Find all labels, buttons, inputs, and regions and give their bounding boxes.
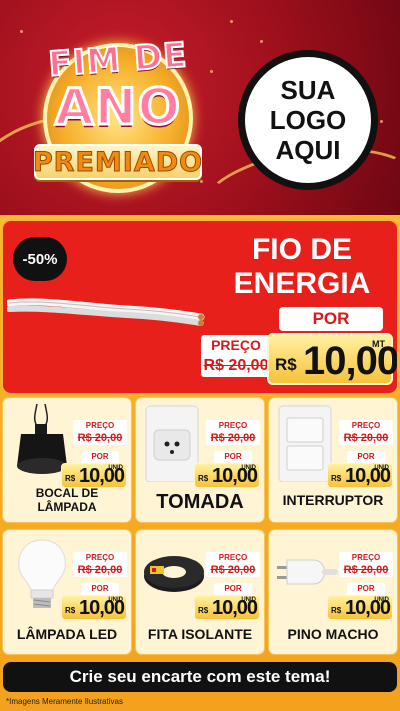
currency-symbol: R$: [65, 606, 76, 615]
disclaimer-text: *Imagens Meramente Ilustrativas: [6, 697, 123, 706]
product-name: BOCAL DE LÂMPADA: [35, 486, 99, 514]
price-unit: UNID: [374, 597, 389, 603]
flyer: FIM DE ANO PREMIADO SUA LOGO AQUI -50% F…: [0, 0, 400, 711]
featured-preco-label: PREÇO: [201, 335, 271, 355]
price-tag: PREÇO R$ 20,00 POR R$ 10,00 UNID: [327, 552, 393, 620]
featured-old-price: R$ 20,00: [201, 355, 271, 377]
logo-placeholder: SUA LOGO AQUI: [238, 50, 378, 190]
preco-label: PREÇO: [206, 420, 260, 432]
featured-product: -50% FIO DE ENERGIA POR PREÇO R$ 20,00 R…: [3, 221, 397, 393]
price-tag: PREÇO R$ 20,00 POR R$ 10,00 UNID: [327, 420, 393, 488]
price-unit: UNID: [241, 465, 256, 471]
product-name: LÂMPADA LED: [16, 626, 118, 642]
old-price: R$ 20,00: [206, 564, 260, 577]
price-box: R$ 10,00 UNID: [61, 595, 127, 620]
por-label: POR: [347, 451, 385, 463]
old-price: R$ 20,00: [339, 564, 393, 577]
product-name: INTERRUPTOR: [282, 492, 384, 508]
currency-symbol: R$: [198, 474, 209, 483]
currency-symbol: R$: [198, 606, 209, 615]
currency-symbol: R$: [275, 355, 297, 374]
preco-label: PREÇO: [73, 552, 127, 564]
product-card: PREÇO R$ 20,00 POR R$ 10,00 UNID LÂMPADA…: [3, 530, 131, 654]
preco-label: PREÇO: [73, 420, 127, 432]
sparkle: [20, 30, 23, 33]
logo-text-1: SUA: [280, 75, 336, 105]
sparkle: [210, 70, 213, 73]
cta-banner[interactable]: Crie seu encarte com este tema!: [3, 662, 397, 692]
price-box: R$ 10,00 UNID: [194, 595, 260, 620]
featured-title-line-2: ENERGIA: [233, 267, 371, 300]
price-tag: PREÇO R$ 20,00 POR R$ 10,00 UNID: [194, 552, 260, 620]
header-banner: FIM DE ANO PREMIADO SUA LOGO AQUI: [0, 0, 400, 215]
sparkle: [230, 20, 233, 23]
price-box: R$ 10,00 UNID: [327, 595, 393, 620]
featured-title-line-1: FIO DE: [251, 233, 352, 266]
title-badge: FIM DE ANO PREMIADO: [28, 18, 208, 198]
featured-price-tag: R$ 10,00 MT: [267, 333, 397, 385]
sparkle: [380, 120, 383, 123]
price-box: R$ 10,00 UNID: [61, 463, 127, 488]
product-name: FITA ISOLANTE: [147, 626, 253, 642]
sparkle: [260, 40, 263, 43]
preco-label: PREÇO: [206, 552, 260, 564]
preco-label: PREÇO: [339, 420, 393, 432]
por-label: POR: [81, 451, 119, 463]
product-card: PREÇO R$ 20,00 POR R$ 10,00 UNID FITA IS…: [136, 530, 264, 654]
featured-por-label: POR: [279, 307, 383, 331]
title-line-3: PREMIADO: [32, 147, 204, 179]
old-price: R$ 20,00: [73, 564, 127, 577]
por-label: POR: [214, 451, 252, 463]
product-card: PREÇO R$ 20,00 POR R$ 10,00 UNID TOMADA: [136, 398, 264, 522]
currency-symbol: R$: [65, 474, 76, 483]
price-box: R$ 10,00 UNID: [327, 463, 393, 488]
featured-product-title: FIO DE ENERGIA: [215, 233, 389, 301]
por-label: POR: [347, 583, 385, 595]
price-unit: UNID: [108, 465, 123, 471]
price-unit: UNID: [108, 597, 123, 603]
price-tag: PREÇO R$ 20,00 POR R$ 10,00 UNID: [61, 552, 127, 620]
product-card: PREÇO R$ 20,00 POR R$ 10,00 UNID INTERRU…: [269, 398, 397, 522]
old-price: R$ 20,00: [206, 432, 260, 445]
discount-badge: -50%: [13, 237, 67, 281]
logo-text-2: LOGO: [269, 105, 347, 135]
currency-symbol: R$: [331, 606, 342, 615]
price-unit: UNID: [374, 465, 389, 471]
price-tag: PREÇO R$ 20,00 POR R$ 10,00 UNID: [61, 420, 127, 488]
logo-text-3: AQUI: [275, 135, 341, 165]
product-name: PINO MACHO: [287, 626, 379, 642]
product-card: PREÇO R$ 20,00 POR R$ 10,00 UNID BOCAL D…: [3, 398, 131, 522]
currency-symbol: R$: [331, 474, 342, 483]
price-unit: MT: [372, 339, 385, 349]
old-price: R$ 20,00: [339, 432, 393, 445]
product-card: PREÇO R$ 20,00 POR R$ 10,00 UNID PINO MA…: [269, 530, 397, 654]
product-name: TOMADA: [156, 491, 244, 513]
old-price: R$ 20,00: [73, 432, 127, 445]
price-tag: PREÇO R$ 20,00 POR R$ 10,00 UNID: [194, 420, 260, 488]
preco-label: PREÇO: [339, 552, 393, 564]
price-box: R$ 10,00 UNID: [194, 463, 260, 488]
por-label: POR: [81, 583, 119, 595]
por-label: POR: [214, 583, 252, 595]
cable-image: [7, 298, 205, 326]
title-line-2: ANO: [53, 77, 182, 138]
price-unit: UNID: [241, 597, 256, 603]
